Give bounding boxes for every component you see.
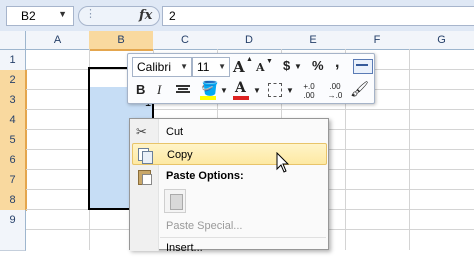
fill-color-bar bbox=[200, 96, 216, 100]
font-name-combo[interactable]: Calibri ▼ bbox=[132, 57, 192, 77]
column-header-a[interactable]: A bbox=[26, 31, 90, 50]
chevron-down-icon[interactable]: ▼ bbox=[286, 86, 294, 95]
menu-item-label: Cut bbox=[166, 126, 184, 138]
menu-item-insert[interactable]: Insert... bbox=[132, 237, 327, 259]
row-header-6[interactable]: 6 bbox=[0, 150, 27, 171]
paste-option-button[interactable] bbox=[164, 189, 186, 213]
menu-item-cut[interactable]: ✂ Cut bbox=[132, 121, 327, 143]
currency-icon[interactable]: $ bbox=[283, 58, 290, 73]
decrease-decimal-icon[interactable]: .00 →.0 bbox=[324, 82, 346, 100]
column-header-d[interactable]: D bbox=[217, 31, 282, 50]
chevron-down-icon[interactable]: ▼ bbox=[220, 86, 228, 95]
row-header-5[interactable]: 5 bbox=[0, 130, 27, 151]
row-header-4[interactable]: 4 bbox=[0, 110, 27, 131]
center-align-icon[interactable] bbox=[176, 84, 190, 96]
formula-value: 2 bbox=[169, 9, 176, 23]
select-all-corner[interactable] bbox=[0, 31, 26, 50]
chevron-down-icon[interactable]: ▼ bbox=[294, 62, 302, 71]
mini-toolbar: Calibri ▼ 11 ▼ A ▲ A ▼ $ ▼ % , B I 🪣 ▼ A… bbox=[127, 53, 375, 104]
comma-style-icon[interactable]: , bbox=[335, 54, 339, 72]
formula-bar: B2 ▼ ⋮ fx 2 bbox=[0, 0, 474, 31]
mouse-cursor-icon bbox=[276, 152, 290, 173]
column-header-f[interactable]: F bbox=[345, 31, 410, 50]
row-header-8[interactable]: 8 bbox=[0, 190, 27, 211]
insert-function-icon[interactable]: fx bbox=[139, 8, 152, 23]
chevron-down-icon[interactable]: ▼ bbox=[58, 9, 67, 19]
bold-icon[interactable]: B bbox=[136, 82, 145, 97]
name-box[interactable]: B2 ▼ bbox=[6, 6, 74, 26]
copy-icon bbox=[137, 147, 153, 164]
row-header-7[interactable]: 7 bbox=[0, 170, 27, 191]
scissors-icon: ✂ bbox=[136, 124, 147, 139]
menu-item-paste-options: Paste Options: bbox=[132, 165, 327, 187]
borders-icon[interactable] bbox=[268, 83, 282, 97]
italic-icon[interactable]: I bbox=[157, 82, 161, 98]
column-header-b[interactable]: B bbox=[89, 31, 154, 51]
font-size-combo[interactable]: 11 ▼ bbox=[192, 57, 230, 77]
menu-item-label: Paste Special... bbox=[166, 220, 243, 232]
column-header-g[interactable]: G bbox=[409, 31, 474, 50]
font-size-value: 11 bbox=[197, 60, 210, 74]
format-painter-icon[interactable]: 🖌 bbox=[350, 80, 369, 98]
row-header-2[interactable]: 2 bbox=[0, 70, 27, 91]
chevron-down-icon[interactable]: ▼ bbox=[253, 86, 261, 95]
merge-center-icon[interactable] bbox=[353, 59, 373, 74]
menu-item-label: Paste Options: bbox=[166, 170, 244, 182]
clipboard-icon bbox=[170, 194, 183, 210]
chevron-down-icon[interactable]: ▼ bbox=[180, 58, 188, 76]
grow-font-icon[interactable]: A bbox=[233, 58, 245, 76]
resize-handle-icon[interactable]: ⋮ bbox=[85, 7, 96, 20]
formula-buttons: ⋮ fx bbox=[78, 6, 160, 26]
grow-font-arrow: ▲ bbox=[246, 56, 253, 63]
menu-item-label: Copy bbox=[167, 149, 193, 161]
merge-center-arrow bbox=[356, 64, 368, 66]
menu-item-paste-special[interactable]: Paste Special... bbox=[132, 215, 327, 237]
percent-icon[interactable]: % bbox=[312, 58, 324, 73]
name-box-value: B2 bbox=[21, 9, 36, 23]
increase-decimal-icon[interactable]: +.0 .00 bbox=[298, 82, 320, 100]
formula-input[interactable]: 2 bbox=[162, 6, 474, 26]
font-color-bar bbox=[233, 96, 249, 100]
paste-icon bbox=[136, 168, 152, 185]
font-name-value: Calibri bbox=[137, 60, 172, 74]
row-header-3[interactable]: 3 bbox=[0, 90, 27, 111]
shrink-font-icon[interactable]: A bbox=[256, 61, 265, 74]
menu-item-label: Insert... bbox=[166, 242, 203, 254]
menu-item-copy[interactable]: Copy bbox=[132, 143, 327, 165]
row-header-9[interactable]: 9 bbox=[0, 210, 26, 251]
fill-color-icon[interactable]: 🪣 bbox=[201, 80, 218, 97]
chevron-down-icon[interactable]: ▼ bbox=[218, 58, 226, 76]
context-menu: ✂ Cut Copy Paste Options: Paste Special.… bbox=[129, 118, 329, 254]
font-color-icon[interactable]: A bbox=[235, 80, 246, 96]
shrink-font-arrow: ▼ bbox=[266, 58, 273, 65]
column-header-e[interactable]: E bbox=[281, 31, 346, 50]
row-header-1[interactable]: 1 bbox=[0, 50, 26, 71]
column-header-c[interactable]: C bbox=[153, 31, 218, 50]
